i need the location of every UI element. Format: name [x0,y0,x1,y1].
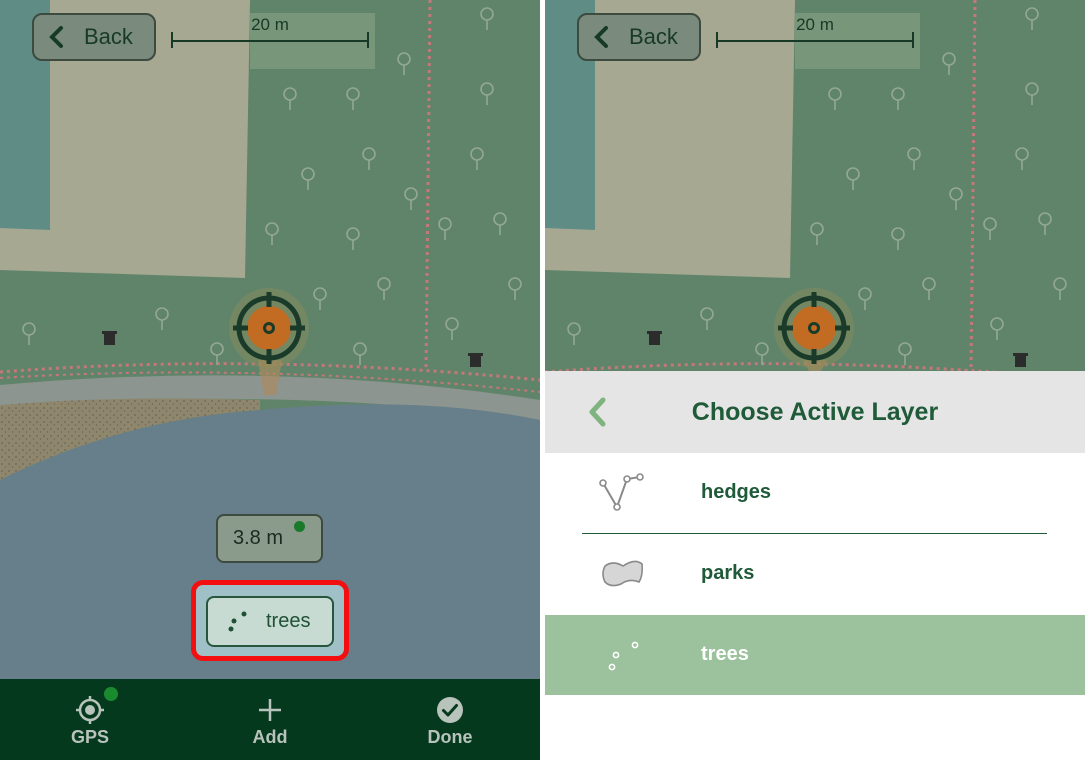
scale-line [172,40,368,42]
gps-accuracy-badge: 3.8 m [216,514,323,563]
scale-tick-end [367,32,369,48]
layer-sheet-header: Choose Active Layer [545,371,1085,453]
back-button[interactable]: Back [577,13,701,61]
gps-status-dot [294,521,305,532]
layer-row-hedges[interactable]: hedges [545,453,1085,533]
scale-tick-end [912,32,914,48]
done-button[interactable]: Done [360,679,540,760]
back-label: Back [629,24,678,49]
scale-bar: 20 m [170,13,370,48]
back-button[interactable]: Back [32,13,156,61]
gps-icon [75,695,105,725]
gps-status-indicator [104,687,118,701]
scale-tick-start [716,32,718,48]
done-label: Done [427,727,473,747]
gps-button[interactable]: GPS [0,679,180,760]
accuracy-value: 3.8 m [233,527,284,549]
bottom-toolbar: GPS Add Done [0,679,540,760]
chevron-left-icon [579,25,623,49]
layer-name: trees [701,643,749,665]
scale-bar: 20 m [715,13,915,48]
active-layer-button[interactable]: trees [206,596,334,647]
plus-icon [257,695,283,725]
left-screen: Back 20 m 3.8 m trees GPS Add Done [0,0,540,760]
gps-label: GPS [70,727,109,747]
line-layer-icon [595,473,651,513]
right-screen: Back 20 m Choose Active Layer hedges par… [545,0,1085,760]
layer-row-trees[interactable]: trees [545,615,1085,695]
scale-tick-start [171,32,173,48]
layer-row-parks[interactable]: parks [545,534,1085,614]
layer-name: hedges [701,481,772,503]
check-circle-icon [436,695,464,725]
layer-name: parks [701,562,755,584]
polygon-layer-icon [595,554,651,594]
layer-list: hedges parks trees [545,453,1085,760]
add-button[interactable]: Add [180,679,360,760]
add-label: Add [252,727,288,747]
chevron-left-icon [34,25,78,49]
scale-line [717,40,913,42]
scale-label: 20 m [251,15,289,34]
active-layer-label: trees [266,610,311,632]
back-label: Back [84,24,133,49]
point-layer-icon [208,609,266,635]
point-layer-icon [595,635,651,675]
sheet-title: Choose Active Layer [691,398,939,426]
scale-label: 20 m [796,15,834,34]
